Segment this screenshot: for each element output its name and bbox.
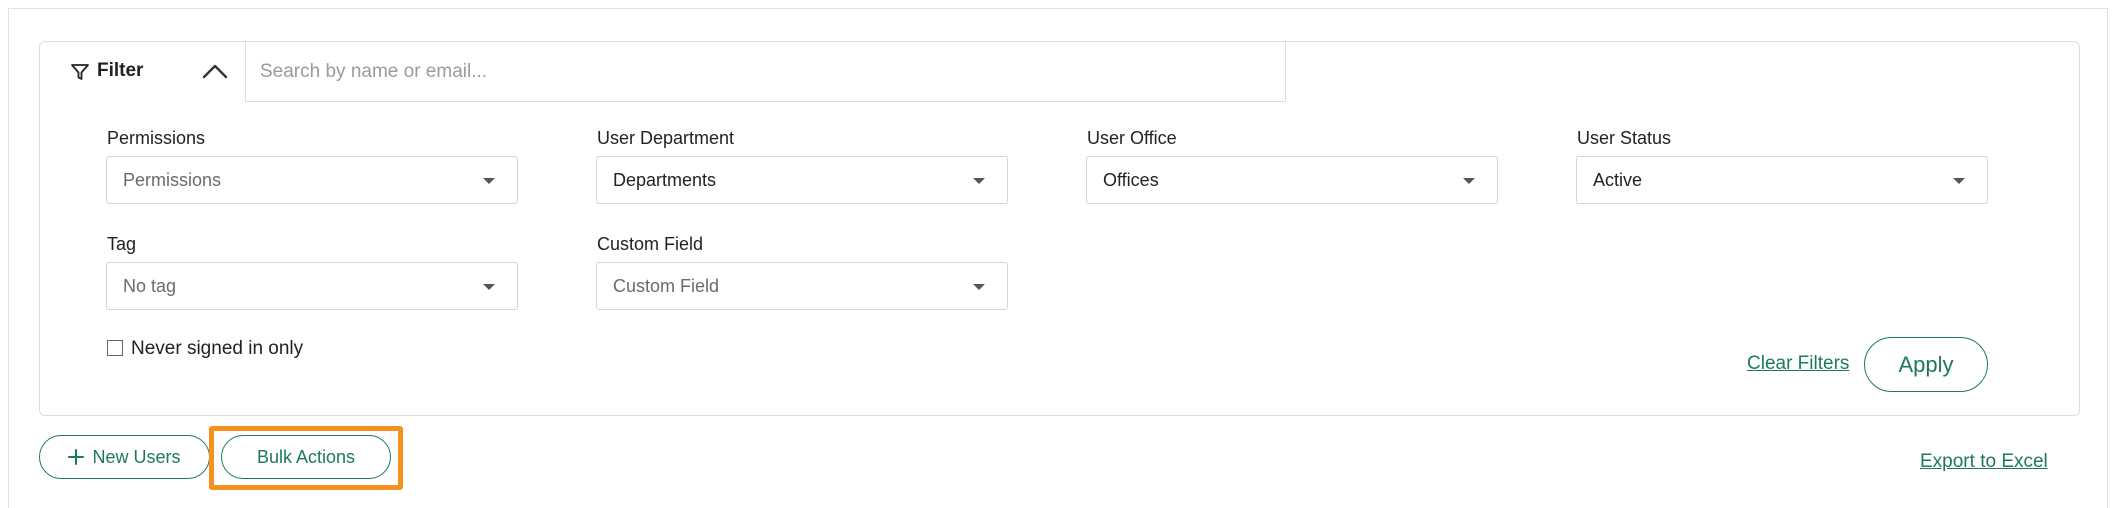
tag-select-value: No tag bbox=[123, 276, 177, 296]
caret-down-icon bbox=[483, 284, 495, 290]
bulk-actions-button[interactable]: Bulk Actions bbox=[221, 435, 391, 479]
permissions-select-value: Permissions bbox=[123, 170, 222, 190]
custom-field-select[interactable]: Custom Field bbox=[596, 262, 1008, 310]
export-to-excel-link[interactable]: Export to Excel bbox=[1920, 451, 2048, 473]
new-users-button[interactable]: New Users bbox=[39, 435, 210, 479]
custom-field-label: Custom Field bbox=[597, 234, 704, 254]
search-input[interactable] bbox=[245, 41, 1286, 102]
bulk-actions-label: Bulk Actions bbox=[256, 446, 356, 467]
filter-tab[interactable]: Filter bbox=[39, 41, 246, 102]
office-select-value: Offices bbox=[1103, 170, 1159, 190]
office-select[interactable]: Offices bbox=[1086, 156, 1498, 204]
funnel-icon bbox=[71, 64, 89, 80]
department-select-value: Departments bbox=[613, 170, 717, 190]
caret-down-icon bbox=[1953, 178, 1965, 184]
never-signed-in-label: Never signed in only bbox=[131, 338, 304, 359]
permissions-label: Permissions bbox=[107, 128, 206, 148]
tag-label: Tag bbox=[107, 234, 137, 254]
permissions-select[interactable]: Permissions bbox=[106, 156, 518, 204]
filter-tab-label: Filter bbox=[97, 60, 144, 81]
apply-button[interactable]: Apply bbox=[1864, 337, 1988, 392]
plus-icon bbox=[68, 449, 85, 465]
department-label: User Department bbox=[597, 128, 735, 148]
tag-select[interactable]: No tag bbox=[106, 262, 518, 310]
clear-filters-link[interactable]: Clear Filters bbox=[1747, 353, 1849, 375]
caret-down-icon bbox=[1463, 178, 1475, 184]
status-select[interactable]: Active bbox=[1576, 156, 1988, 204]
never-signed-in-checkbox[interactable] bbox=[107, 340, 123, 356]
new-users-label: New Users bbox=[92, 446, 181, 467]
office-label: User Office bbox=[1087, 128, 1177, 148]
caret-down-icon bbox=[973, 284, 985, 290]
custom-field-select-value: Custom Field bbox=[613, 276, 720, 296]
caret-down-icon bbox=[483, 178, 495, 184]
department-select[interactable]: Departments bbox=[596, 156, 1008, 204]
status-label: User Status bbox=[1577, 128, 1672, 148]
chevron-up-icon[interactable] bbox=[202, 62, 228, 80]
status-select-value: Active bbox=[1593, 170, 1643, 190]
caret-down-icon bbox=[973, 178, 985, 184]
